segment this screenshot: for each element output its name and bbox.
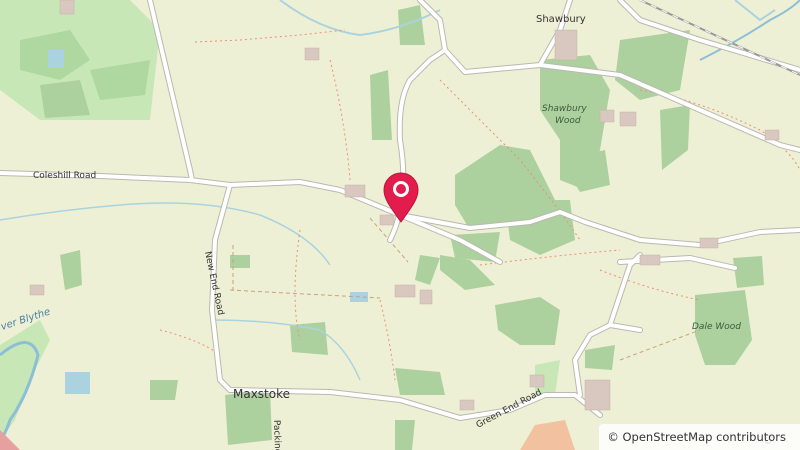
woodland xyxy=(290,322,328,355)
woodland xyxy=(395,368,445,395)
wood-label-shawbury-2: Wood xyxy=(555,116,581,126)
woodland xyxy=(150,380,178,400)
pond xyxy=(48,50,64,68)
map-canvas[interactable]: Coleshill Road New End Road Green End Ro… xyxy=(0,0,800,450)
pond xyxy=(65,372,90,394)
place-label-maxstoke: Maxstoke xyxy=(233,387,290,401)
wood-label-dale: Dale Wood xyxy=(692,322,741,332)
road-label-packington: Packing xyxy=(271,420,282,450)
map-attribution[interactable]: © OpenStreetMap contributors xyxy=(599,424,800,450)
map-view[interactable]: Coleshill Road New End Road Green End Ro… xyxy=(0,0,800,450)
attribution-text[interactable]: © OpenStreetMap contributors xyxy=(607,430,786,444)
place-label-shawbury: Shawbury xyxy=(536,14,586,25)
wood-label-shawbury-1: Shawbury xyxy=(542,104,587,114)
road-label-coleshill: Coleshill Road xyxy=(33,171,96,181)
woodland xyxy=(395,420,415,450)
woodland xyxy=(733,256,764,288)
